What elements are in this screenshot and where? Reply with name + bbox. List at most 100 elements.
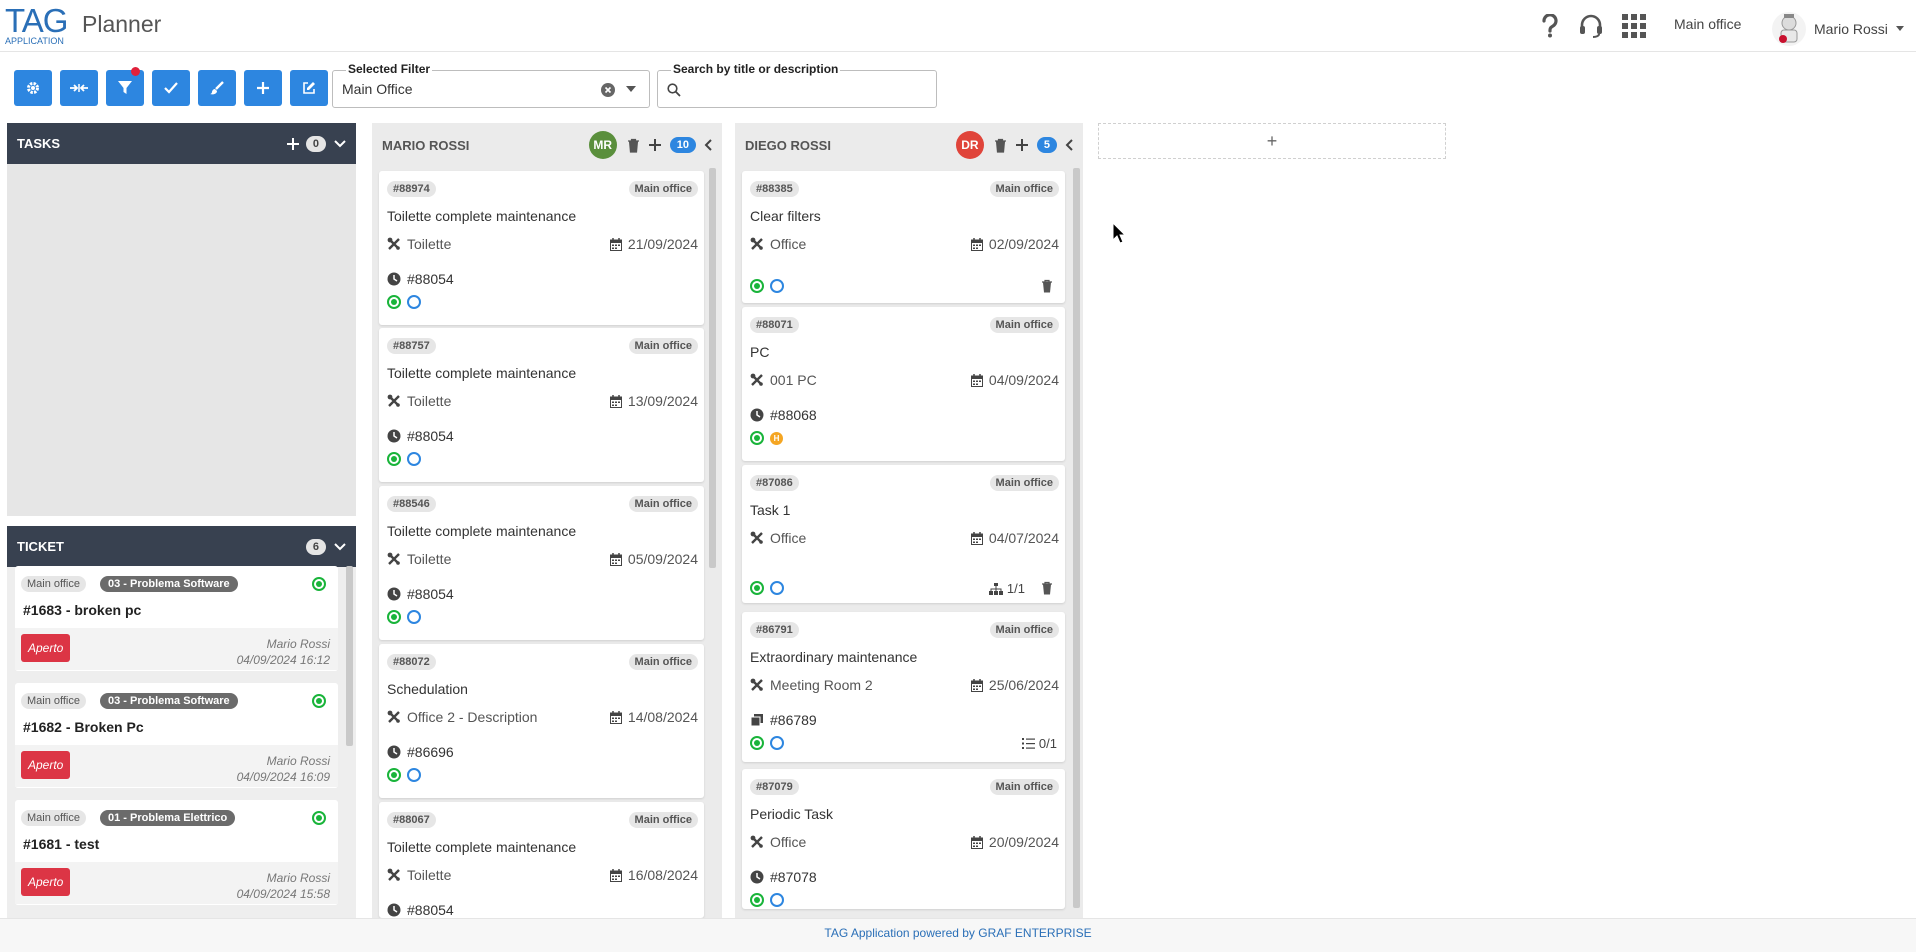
- check-button[interactable]: [152, 70, 190, 106]
- task-location: 001 PC: [750, 372, 817, 388]
- task-card[interactable]: #88072 Main office Schedulation Office 2 - …: [379, 644, 704, 798]
- tools-icon: [750, 678, 764, 692]
- tools-icon: [750, 237, 764, 251]
- task-card[interactable]: #88974 Main office Toilette complete maint…: [379, 171, 704, 325]
- task-location: Office: [750, 530, 806, 546]
- ticket-status-badge[interactable]: Aperto: [21, 634, 71, 662]
- task-card[interactable]: #88385 Main office Clear filters Office 02/0…: [742, 171, 1065, 303]
- task-title: Toilette complete maintenance: [387, 365, 577, 381]
- trash-icon[interactable]: [627, 138, 640, 153]
- column-count-badge: 10: [669, 137, 696, 153]
- task-reference: #88054: [387, 428, 454, 444]
- task-date-text: 04/07/2024: [988, 530, 1059, 546]
- task-location-text: Toilette: [407, 236, 452, 252]
- status-dot-icon: [750, 581, 764, 595]
- task-date: 05/09/2024: [609, 551, 698, 567]
- column-scrollbar[interactable]: [1073, 168, 1080, 908]
- clear-icon[interactable]: [601, 83, 615, 97]
- task-office: Main office: [628, 338, 698, 354]
- edit-button[interactable]: [290, 70, 328, 106]
- progress-circle-icon: [407, 452, 421, 466]
- ticket-card[interactable]: Main office 03 - Problema Software #1683…: [15, 566, 338, 671]
- task-card[interactable]: #88757 Main office Toilette complete maint…: [379, 328, 704, 482]
- list-icon: [1021, 738, 1035, 749]
- task-reference: #88054: [387, 271, 454, 287]
- office-selector[interactable]: Main office: [1674, 16, 1741, 32]
- column-avatar: MR: [588, 131, 617, 159]
- ticket-office: Main office: [21, 576, 86, 592]
- plus-icon[interactable]: [1015, 138, 1029, 152]
- user-menu[interactable]: Mario Rossi: [1772, 12, 1904, 46]
- task-id: #88072: [387, 654, 436, 670]
- task-id: #87079: [750, 779, 799, 795]
- add-column-button[interactable]: +: [1098, 123, 1446, 159]
- task-title: Task 1: [750, 502, 791, 518]
- task-card[interactable]: #88067 Main office Toilette complete maint…: [379, 802, 704, 918]
- task-card[interactable]: #86791 Main office Extraordinary maintenan…: [742, 612, 1065, 762]
- ticket-date: 04/09/2024 16:09: [236, 770, 330, 784]
- search-field[interactable]: Search by title or description: [657, 62, 937, 108]
- task-card[interactable]: #88071 Main office PC 001 PC 04/09/2024 #8806…: [742, 307, 1065, 461]
- ticket-status-badge[interactable]: Aperto: [21, 751, 71, 779]
- ticket-footer: Aperto Mario Rossi 04/09/2024 16:12: [15, 628, 338, 670]
- clock-icon: [750, 408, 764, 422]
- task-id: #88974: [387, 181, 436, 197]
- task-title: PC: [750, 344, 770, 360]
- help-icon[interactable]: [1536, 12, 1564, 40]
- tasks-title: TASKS: [17, 136, 61, 151]
- chevron-down-icon[interactable]: [334, 542, 346, 551]
- task-id: #86791: [750, 622, 799, 638]
- copy-icon: [750, 713, 764, 727]
- task-title: Toilette complete maintenance: [387, 839, 577, 855]
- task-office: Main office: [989, 475, 1059, 491]
- ticket-card[interactable]: Main office 01 - Problema Elettrico #168…: [15, 800, 338, 905]
- ticket-count-badge: 6: [305, 538, 326, 555]
- trash-icon[interactable]: [1041, 279, 1053, 293]
- filter-button[interactable]: [106, 67, 144, 106]
- headset-icon[interactable]: [1577, 12, 1605, 40]
- progress-circle-icon: [407, 610, 421, 624]
- collapse-button[interactable]: [60, 70, 98, 106]
- dropdown-caret-icon[interactable]: [626, 86, 636, 93]
- task-card[interactable]: #87086 Main office Task 1 Office 04/07/2024 1…: [742, 465, 1065, 603]
- task-location-text: Toilette: [407, 867, 452, 883]
- trash-icon[interactable]: [994, 138, 1007, 153]
- status-dot-icon: [387, 768, 401, 782]
- apps-grid-icon[interactable]: [1620, 12, 1648, 40]
- task-status: [750, 893, 784, 907]
- trash-icon[interactable]: [1041, 581, 1053, 595]
- filter-icon: [118, 81, 132, 94]
- tools-icon: [387, 394, 401, 408]
- brush-button[interactable]: [198, 70, 236, 106]
- task-location-text: Office: [770, 834, 807, 850]
- add-task-icon[interactable]: [286, 137, 300, 151]
- column-scrollbar[interactable]: [709, 168, 716, 568]
- calendar-icon: [970, 237, 983, 251]
- tools-icon: [750, 531, 764, 545]
- ticket-title-text: #1682 - Broken Pc: [23, 719, 144, 735]
- task-status: [387, 768, 421, 782]
- mouse-cursor-icon: [1112, 222, 1126, 244]
- selected-filter-select[interactable]: Selected Filter Main Office: [332, 62, 650, 108]
- ticket-date: 04/09/2024 16:12: [236, 653, 330, 667]
- app-logo[interactable]: TAG APPLICATION: [5, 4, 68, 50]
- checklist-text: 0/1: [1038, 736, 1057, 751]
- plus-icon[interactable]: [648, 138, 662, 152]
- task-reference: #86789: [750, 712, 817, 728]
- settings-button[interactable]: [14, 70, 52, 106]
- task-office: Main office: [989, 181, 1059, 197]
- status-dot-icon: [312, 577, 326, 591]
- ticket-header: TICKET 6: [7, 526, 356, 567]
- chevron-left-icon[interactable]: [1065, 139, 1073, 151]
- selected-filter-label: Selected Filter: [346, 62, 433, 76]
- progress-circle-icon: [407, 768, 421, 782]
- task-card[interactable]: #88546 Main office Toilette complete maint…: [379, 486, 704, 640]
- ticket-scrollbar[interactable]: [346, 566, 353, 746]
- chevron-left-icon[interactable]: [704, 139, 712, 151]
- calendar-icon: [970, 835, 983, 849]
- ticket-card[interactable]: Main office 03 - Problema Software #1682…: [15, 683, 338, 788]
- task-card[interactable]: #87079 Main office Periodic Task Office 20/0…: [742, 769, 1065, 909]
- chevron-down-icon[interactable]: [334, 139, 346, 148]
- ticket-status-badge[interactable]: Aperto: [21, 868, 71, 896]
- add-button[interactable]: [244, 70, 282, 106]
